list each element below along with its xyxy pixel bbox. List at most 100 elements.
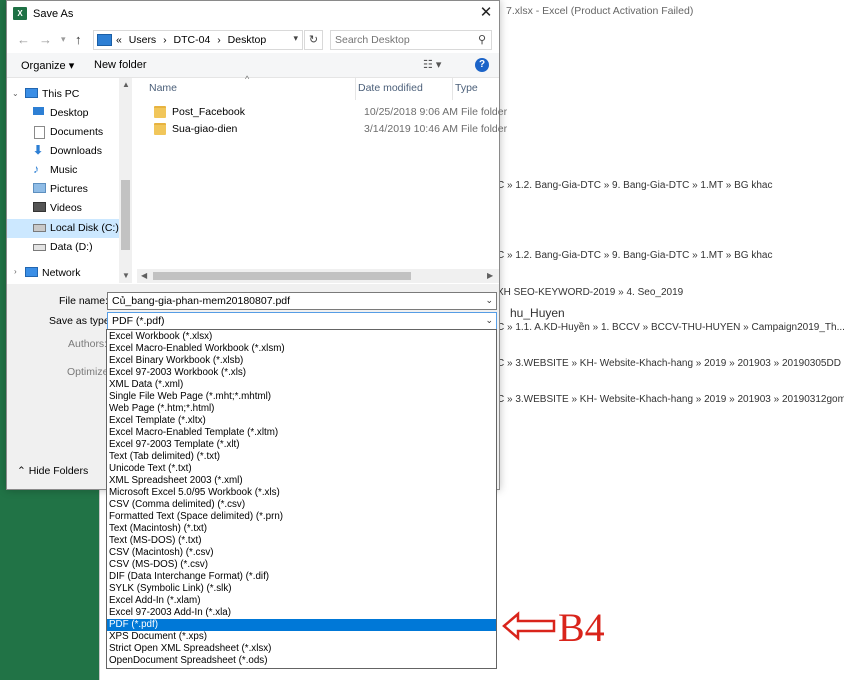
- back-arrow-icon[interactable]: ←: [17, 32, 30, 47]
- search-box[interactable]: ⚲: [330, 30, 492, 50]
- breadcrumb-users[interactable]: Users: [129, 34, 156, 46]
- scrollbar-thumb[interactable]: [121, 180, 130, 250]
- close-button[interactable]: ✕: [473, 1, 499, 25]
- type-option[interactable]: Text (Tab delimited) (*.txt): [107, 451, 496, 463]
- type-option-label: Unicode Text (*.txt): [109, 463, 192, 474]
- nav-item-local-disk[interactable]: Local Disk (C:): [7, 219, 119, 238]
- chevron-down-icon[interactable]: ▾: [293, 33, 298, 44]
- type-option[interactable]: Single File Web Page (*.mht;*.mhtml): [107, 391, 496, 403]
- view-options-icon[interactable]: ☷ ▾: [423, 58, 441, 71]
- type-option[interactable]: Excel 97-2003 Workbook (*.xls): [107, 367, 496, 379]
- recent-locations-icon[interactable]: ▾: [61, 34, 66, 45]
- type-option[interactable]: Excel Macro-Enabled Workbook (*.xlsm): [107, 343, 496, 355]
- horizontal-scrollbar[interactable]: ◀ ▶: [137, 269, 499, 283]
- recent-path[interactable]: C » 1.2. Bang-Gia-DTC » 9. Bang-Gia-DTC …: [497, 180, 772, 191]
- recent-path[interactable]: C » 3.WEBSITE » KH- Website-Khach-hang »…: [497, 394, 844, 405]
- hide-folders-button[interactable]: ⌃ Hide Folders: [17, 465, 88, 477]
- nav-item-downloads[interactable]: ⬇ Downloads: [7, 142, 119, 161]
- type-option-label: Excel 97-2003 Add-In (*.xla): [109, 607, 231, 618]
- nav-item-this-pc[interactable]: ⌄ This PC: [7, 85, 119, 104]
- annotation-label: B4: [558, 605, 605, 650]
- nav-label: Pictures: [50, 183, 88, 195]
- type-option[interactable]: Excel 97-2003 Add-In (*.xla): [107, 607, 496, 619]
- recent-path[interactable]: C » 3.WEBSITE » KH- Website-Khach-hang »…: [497, 358, 841, 369]
- file-name-field[interactable]: Củ_bang-gia-phan-mem20180807.pdf ⌄: [107, 292, 497, 310]
- type-option[interactable]: CSV (MS-DOS) (*.csv): [107, 559, 496, 571]
- save-as-type-select[interactable]: PDF (*.pdf) ⌄: [107, 312, 497, 330]
- type-option[interactable]: Web Page (*.htm;*.html): [107, 403, 496, 415]
- chevron-down-icon[interactable]: ⌄: [485, 295, 493, 306]
- type-option[interactable]: Text (MS-DOS) (*.txt): [107, 535, 496, 547]
- save-as-type-value: PDF (*.pdf): [112, 315, 165, 327]
- column-header-type[interactable]: Type: [455, 82, 478, 94]
- type-option[interactable]: Excel Workbook (*.xlsx): [107, 331, 496, 343]
- type-option[interactable]: XML Spreadsheet 2003 (*.xml): [107, 475, 496, 487]
- column-header-name[interactable]: Name: [149, 82, 177, 94]
- dialog-titlebar[interactable]: X Save As ✕: [7, 1, 499, 27]
- file-row[interactable]: Post_Facebook 10/25/2018 9:06 AM File fo…: [137, 104, 507, 121]
- nav-item-data-drive[interactable]: Data (D:): [7, 238, 119, 257]
- refresh-icon[interactable]: ↻: [304, 30, 323, 50]
- nav-item-music[interactable]: ♪ Music: [7, 161, 119, 180]
- type-option[interactable]: CSV (Macintosh) (*.csv): [107, 547, 496, 559]
- scroll-right-icon[interactable]: ▶: [487, 271, 493, 280]
- local-disk-icon: [33, 224, 46, 232]
- forward-arrow-icon[interactable]: →: [39, 32, 52, 47]
- chevron-down-icon[interactable]: ⌄: [12, 89, 19, 98]
- scroll-left-icon[interactable]: ◀: [141, 271, 147, 280]
- organize-button[interactable]: Organize ▾: [21, 59, 74, 72]
- type-option[interactable]: PDF (*.pdf): [107, 619, 496, 631]
- nav-item-desktop[interactable]: Desktop: [7, 104, 119, 123]
- file-row[interactable]: Sua-giao-dien 3/14/2019 10:46 AM File fo…: [137, 121, 507, 138]
- breadcrumb-desktop[interactable]: Desktop: [228, 34, 267, 46]
- breadcrumb-dtc04[interactable]: DTC-04: [174, 34, 211, 46]
- help-icon[interactable]: ?: [475, 58, 489, 72]
- type-option[interactable]: Strict Open XML Spreadsheet (*.xlsx): [107, 643, 496, 655]
- type-option[interactable]: CSV (Comma delimited) (*.csv): [107, 499, 496, 511]
- type-option[interactable]: Microsoft Excel 5.0/95 Workbook (*.xls): [107, 487, 496, 499]
- type-option[interactable]: Excel Template (*.xltx): [107, 415, 496, 427]
- type-option[interactable]: OpenDocument Spreadsheet (*.ods): [107, 655, 496, 667]
- scrollbar-thumb[interactable]: [153, 272, 411, 280]
- nav-item-documents[interactable]: Documents: [7, 123, 119, 142]
- chevron-right-icon[interactable]: ›: [14, 267, 17, 276]
- recent-path[interactable]: C » 1.1. A.KD-Huyền » 1. BCCV » BCCV-THU…: [497, 322, 844, 333]
- column-header-date[interactable]: Date modified: [358, 82, 423, 94]
- up-arrow-icon[interactable]: ↑: [75, 32, 82, 47]
- recent-path[interactable]: C » 1.2. Bang-Gia-DTC » 9. Bang-Gia-DTC …: [497, 250, 772, 261]
- type-option[interactable]: Formatted Text (Space delimited) (*.prn): [107, 511, 496, 523]
- type-option[interactable]: Text (Macintosh) (*.txt): [107, 523, 496, 535]
- chevron-down-icon[interactable]: ⌄: [485, 315, 493, 326]
- scroll-up-icon[interactable]: ▲: [122, 80, 130, 89]
- type-option[interactable]: Excel 97-2003 Template (*.xlt): [107, 439, 496, 451]
- breadcrumb-separator[interactable]: ›: [217, 34, 221, 46]
- type-option[interactable]: XPS Document (*.xps): [107, 631, 496, 643]
- type-option-label: SYLK (Symbolic Link) (*.slk): [109, 583, 232, 594]
- save-as-type-label: Save as type:: [49, 315, 113, 327]
- breadcrumb-separator[interactable]: ›: [163, 34, 167, 46]
- column-divider[interactable]: [452, 78, 453, 100]
- column-divider[interactable]: [355, 78, 356, 100]
- nav-scrollbar[interactable]: ▲ ▼: [119, 78, 132, 283]
- optimize-label: Optimize: [67, 366, 109, 378]
- scroll-down-icon[interactable]: ▼: [122, 271, 130, 280]
- type-option[interactable]: Unicode Text (*.txt): [107, 463, 496, 475]
- address-bar[interactable]: « Users › DTC-04 › Desktop ▾: [93, 30, 303, 50]
- recent-title[interactable]: hu_Huyen: [510, 306, 565, 320]
- type-option[interactable]: SYLK (Symbolic Link) (*.slk): [107, 583, 496, 595]
- breadcrumb-overflow[interactable]: «: [116, 34, 122, 46]
- search-icon[interactable]: ⚲: [478, 33, 486, 46]
- nav-item-network[interactable]: › Network: [7, 264, 119, 283]
- nav-item-pictures[interactable]: Pictures: [7, 180, 119, 199]
- type-option[interactable]: Excel Binary Workbook (*.xlsb): [107, 355, 496, 367]
- type-option[interactable]: DIF (Data Interchange Format) (*.dif): [107, 571, 496, 583]
- type-option[interactable]: XML Data (*.xml): [107, 379, 496, 391]
- file-name-value[interactable]: Củ_bang-gia-phan-mem20180807.pdf: [112, 295, 290, 307]
- nav-item-videos[interactable]: Videos: [7, 199, 119, 218]
- type-option[interactable]: Excel Macro-Enabled Template (*.xltm): [107, 427, 496, 439]
- folder-icon: [154, 123, 166, 135]
- recent-path[interactable]: XH SEO-KEYWORD-2019 » 4. Seo_2019: [497, 287, 683, 298]
- new-folder-button[interactable]: New folder: [94, 59, 147, 71]
- search-input[interactable]: [335, 33, 465, 46]
- type-option[interactable]: Excel Add-In (*.xlam): [107, 595, 496, 607]
